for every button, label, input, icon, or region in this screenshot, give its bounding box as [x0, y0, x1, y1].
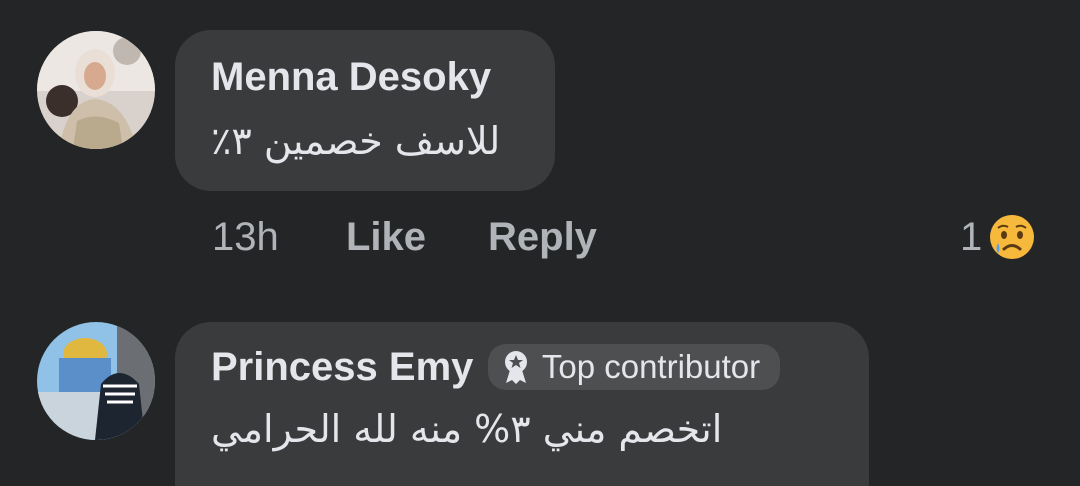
- reaction-count: 1: [960, 214, 983, 259]
- top-contributor-badge[interactable]: Top contributor: [487, 344, 781, 390]
- author-name[interactable]: Menna Desoky: [211, 54, 491, 100]
- comment-bubble: Menna Desoky للاسف خصمين ٣٪: [175, 30, 555, 191]
- sad-face-icon: [990, 215, 1035, 259]
- comment-text: اتخصم مني ٣% منه لله الحرامي: [211, 407, 723, 451]
- avatar[interactable]: [37, 322, 155, 440]
- comment-bubble: Princess Emy Top contributor اتخصم مني ٣…: [175, 322, 869, 486]
- author-name[interactable]: Princess Emy: [211, 344, 473, 390]
- badge-label: Top contributor: [541, 348, 761, 385]
- comment-text: للاسف خصمين ٣٪: [211, 119, 501, 163]
- comment-header: Princess Emy Top contributor: [211, 344, 835, 390]
- timestamp[interactable]: 13h: [212, 212, 279, 262]
- reaction-summary[interactable]: 1: [960, 212, 1036, 262]
- award-ribbon-icon: [504, 351, 527, 384]
- reply-button[interactable]: Reply: [488, 212, 597, 262]
- avatar[interactable]: [37, 31, 155, 149]
- like-button[interactable]: Like: [346, 212, 426, 262]
